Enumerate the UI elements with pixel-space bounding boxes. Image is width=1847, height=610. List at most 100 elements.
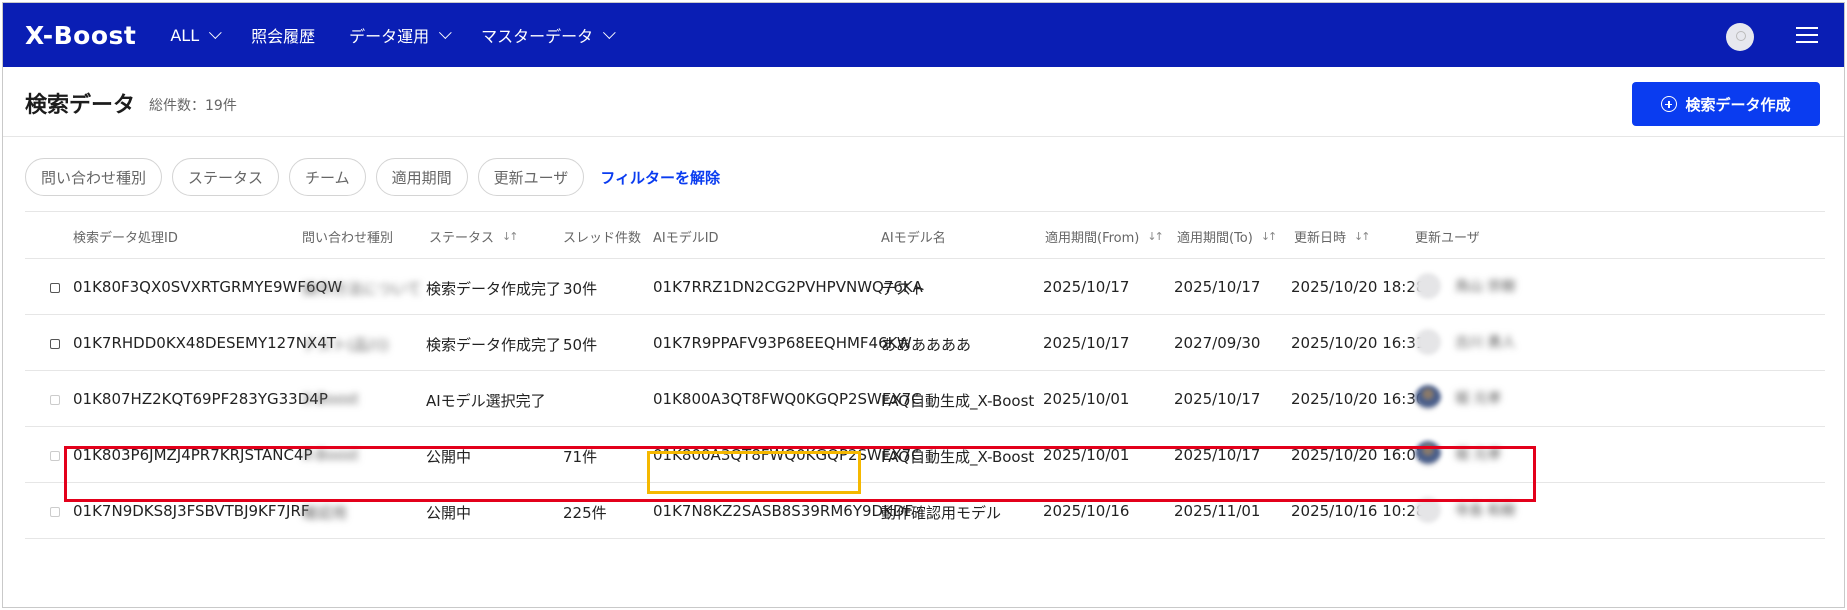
cell-period-to: 2027/09/30 [1174,334,1261,352]
cell-inquiry-type: X-Boost [302,446,359,464]
cell-search-data-id[interactable]: 01K7N9DKS8J3FSBVTBJ9KF7JRF [73,502,310,520]
cell-updated-at: 2025/10/20 18:28 [1291,278,1426,296]
filter-period[interactable]: 適用期間 [375,158,468,196]
col-label: 更新日時 [1294,231,1347,246]
create-search-data-button[interactable]: 検索データ作成 [1632,82,1820,126]
cell-status: AIモデル選択完了 [426,392,546,410]
table-row[interactable]: 01K80F3QX0SVXRTGRMYE9WF6QW 操作方法について 検索デー… [25,259,1825,315]
table-header: 検索データ処理ID 問い合わせ種別 ステータス ↓↑ スレッド件数 AIモデルID… [25,211,1825,259]
x-boost-logo[interactable]: X-Boost [25,21,136,50]
col-label: AIモデル名 [881,231,946,246]
col-label: 検索データ処理ID [73,231,178,246]
cell-updated-user: 古川 勇人 [1415,329,1515,355]
cell-search-data-id[interactable]: 01K7RHDD0KX48DESEMY127NX4T [73,334,336,352]
cell-ai-model-name: 動作確認用モデル [881,504,1002,522]
clear-filters-link[interactable]: フィルターを解除 [600,167,720,188]
filter-team[interactable]: チーム [289,158,366,196]
table-row[interactable]: 01K7RHDD0KX48DESEMY127NX4T テスト(品川) 検索データ… [25,315,1825,371]
cell-thread-count: 50件 [563,336,598,354]
user-name: 古川 勇人 [1455,335,1516,351]
col-inquiry-type: 問い合わせ種別 [302,227,393,246]
cell-period-from: 2025/10/01 [1043,390,1130,408]
chevron-down-icon [603,25,616,39]
nav-data-operations-label: データ運用 [349,27,430,46]
cell-inquiry-type: テスト(品川) [302,336,389,354]
col-period-to: 適用期間(To) ↓↑ [1177,227,1278,246]
cell-thread-count: 71件 [563,448,598,466]
table-row[interactable]: 01K7N9DKS8J3FSBVTBJ9KF7JRF 確認用 公開中 225件 … [25,483,1825,539]
sort-icon[interactable]: ↓↑ [502,230,519,243]
user-name: 寺島 和樹 [1455,503,1516,519]
chevron-down-icon [209,25,222,39]
cell-ai-model-id: 01K7R9PPAFV93P68EEQHMF46KW [653,334,912,352]
row-checkbox [50,507,60,517]
search-data-table: 検索データ処理ID 問い合わせ種別 ステータス ↓↑ スレッド件数 AIモデルID… [25,211,1825,539]
cell-thread-count: 30件 [563,280,598,298]
cell-ai-model-name: FAQ自動生成_X-Boost [881,392,1035,410]
total-count: 総件数：19件 [149,98,237,114]
cell-inquiry-type: X-Boost [302,390,359,408]
nav-inquiry-history[interactable]: 照会履歴 [251,23,315,47]
cell-search-data-id[interactable]: 01K803P6JMZJ4PR7KRJSTANC4P [73,446,313,464]
cell-updated-at: 2025/10/20 16:30 [1291,390,1426,408]
cell-inquiry-type: 操作方法について [302,280,422,298]
filter-status[interactable]: ステータス [172,158,280,196]
col-thread-count: スレッド件数 [563,227,641,246]
filter-updated-user[interactable]: 更新ユーザ [477,158,585,196]
col-updated-user: 更新ユーザ [1415,227,1480,246]
create-search-data-label: 検索データ作成 [1685,95,1791,114]
nav-all[interactable]: ALL [170,26,222,45]
cell-period-from: 2025/10/17 [1043,278,1130,296]
col-label: ステータス [429,231,495,246]
nav-inquiry-history-label: 照会履歴 [251,27,316,46]
row-checkbox [50,395,60,405]
cell-status: 公開中 [426,448,472,466]
cell-ai-model-name: テスト [881,280,927,298]
cell-thread-count: 225件 [563,504,607,522]
col-updated-at: 更新日時 ↓↑ [1294,227,1371,246]
col-ai-model-name: AIモデル名 [881,227,946,246]
table-row[interactable]: 01K807HZ2KQT69PF283YG33D4P X-Boost AIモデル… [25,371,1825,427]
filter-inquiry-type[interactable]: 問い合わせ種別 [25,158,163,196]
nav-data-operations[interactable]: データ運用 [349,23,452,47]
col-label: AIモデルID [653,231,719,246]
row-checkbox[interactable] [50,339,60,349]
col-label: 更新ユーザ [1415,231,1480,246]
cell-ai-model-id: 01K7N8KZ2SASB8S39RM6Y9DKDF [653,502,914,520]
row-checkbox[interactable] [50,283,60,293]
cell-period-from: 2025/10/17 [1043,334,1130,352]
cell-updated-user: 堀 元孝 [1415,385,1501,411]
hamburger-menu-icon[interactable] [1796,27,1818,43]
app-window: X-Boost ALL 照会履歴 データ運用 マスターデータ 検索データ 総件数… [2,2,1845,608]
cell-period-to: 2025/10/17 [1174,390,1261,408]
col-ai-model-id: AIモデルID [653,227,719,246]
user-name: 堀 元孝 [1455,391,1502,407]
cell-period-to: 2025/11/01 [1174,502,1261,520]
col-search-data-id: 検索データ処理ID [73,227,178,246]
nav-master-data[interactable]: マスターデータ [481,23,616,47]
cell-updated-user: 鳥山 宗樹 [1415,273,1515,299]
user-avatar-icon [1415,329,1441,355]
cell-period-from: 2025/10/01 [1043,446,1130,464]
user-name: 鳥山 宗樹 [1455,279,1516,295]
logo-text: X-Boost [25,20,137,50]
sort-icon[interactable]: ↓↑ [1147,230,1164,243]
user-avatar-icon [1415,273,1441,299]
cell-updated-at: 2025/10/20 16:31 [1291,334,1426,352]
top-navigation-bar: X-Boost ALL 照会履歴 データ運用 マスターデータ [3,3,1844,67]
cell-period-from: 2025/10/16 [1043,502,1130,520]
col-label: 適用期間(To) [1177,231,1253,246]
cell-period-to: 2025/10/17 [1174,446,1261,464]
cell-period-to: 2025/10/17 [1174,278,1261,296]
nav-master-data-label: マスターデータ [481,27,594,46]
table-row[interactable]: 01K803P6JMZJ4PR7KRJSTANC4P X-Boost 公開中 7… [25,427,1825,483]
sort-icon[interactable]: ↓↑ [1354,230,1371,243]
cell-search-data-id[interactable]: 01K807HZ2KQT69PF283YG33D4P [73,390,328,408]
page-header: 検索データ 総件数：19件 検索データ作成 [3,67,1844,137]
cell-status: 検索データ作成完了 [426,336,562,354]
user-avatar[interactable] [1726,23,1754,51]
cell-updated-at: 2025/10/16 10:28 [1291,502,1426,520]
plus-circle-icon [1661,96,1678,112]
user-avatar-icon [1415,497,1441,523]
sort-icon[interactable]: ↓↑ [1261,230,1278,243]
